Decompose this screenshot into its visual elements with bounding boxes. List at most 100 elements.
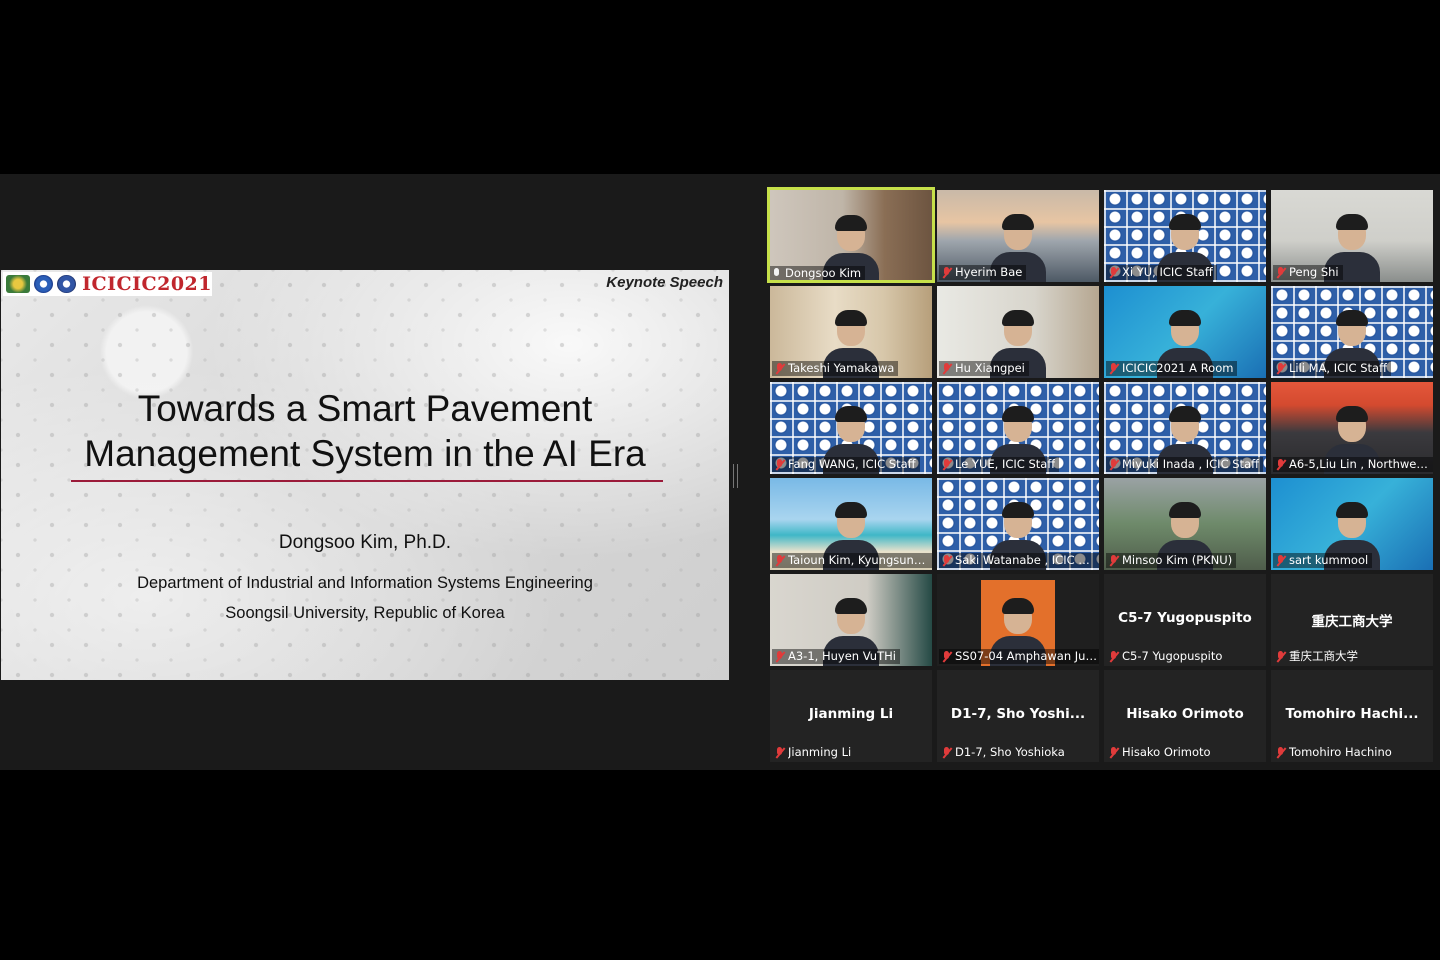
participant-display-name: D1-7, Sho Yoshi...	[950, 706, 1086, 722]
participant-tile[interactable]: Takeshi Yamakawa	[770, 286, 932, 378]
participant-name-label: sart kummool	[1273, 553, 1373, 568]
participant-tile[interactable]: Miyuki Inada , ICIC Staff	[1104, 382, 1266, 474]
mic-muted-icon	[1108, 458, 1120, 471]
participant-name: Minsoo Kim (PKNU)	[1122, 553, 1233, 567]
participant-name-label: Hu Xiangpei	[939, 361, 1029, 376]
mic-muted-icon	[774, 458, 786, 471]
mic-muted-icon	[941, 458, 953, 471]
participant-name: A6-5,Liu Lin , Northwestern Polytechnica…	[1289, 457, 1431, 471]
mic-muted-icon	[1275, 554, 1287, 567]
participant-tile[interactable]: Saki Watanabe , ICIC Staff	[937, 478, 1099, 570]
participant-name: SS07-04 Amphawan Julsereewong	[955, 649, 1097, 663]
participant-display-name: 重庆工商大学	[1311, 614, 1393, 630]
participant-name: Lili MA, ICIC Staff	[1289, 361, 1388, 375]
participant-tile[interactable]: Peng Shi	[1271, 190, 1433, 282]
mic-muted-icon	[1275, 362, 1287, 375]
slide-title-line-2: Management System in the AI Era	[84, 433, 646, 474]
participant-name: Taioun Kim, Kyungsung University	[788, 553, 930, 567]
pin-icon	[771, 267, 782, 280]
participant-name-label: Hyerim Bae	[939, 265, 1027, 280]
mic-muted-icon	[1108, 362, 1120, 375]
participant-tile[interactable]: A3-1, Huyen VuTHi	[770, 574, 932, 666]
participant-tile[interactable]: Hyerim Bae	[937, 190, 1099, 282]
institute-seal-icon	[57, 275, 77, 293]
participant-name-label: Hisako Orimoto	[1106, 745, 1215, 760]
participant-tile[interactable]: Lili MA, ICIC Staff	[1271, 286, 1433, 378]
mic-muted-icon	[1108, 266, 1120, 279]
participant-name: Hu Xiangpei	[955, 361, 1025, 375]
mic-muted-icon	[774, 746, 786, 759]
participant-tile[interactable]: D1-7, Sho Yoshi... D1-7, Sho Yoshioka	[937, 670, 1099, 762]
participant-name: Peng Shi	[1289, 265, 1339, 279]
participant-tile[interactable]: sart kummool	[1271, 478, 1433, 570]
participant-name-label: Saki Watanabe , ICIC Staff	[939, 553, 1099, 568]
mic-muted-icon	[1275, 746, 1287, 759]
participant-tile[interactable]: ICICIC2021 A Room	[1104, 286, 1266, 378]
participant-name-label: Fang WANG, ICIC Staff	[772, 457, 920, 472]
participant-name-label: Xi YU, ICIC Staff	[1106, 265, 1217, 280]
title-divider	[71, 480, 663, 482]
slide-department: Department of Industrial and Information…	[137, 574, 593, 592]
participant-name-label: Dongsoo Kim	[769, 266, 866, 281]
participant-name-label: Taioun Kim, Kyungsung University	[772, 553, 932, 568]
participant-name: C5-7 Yugopuspito	[1122, 649, 1223, 663]
participant-name: Saki Watanabe , ICIC Staff	[955, 553, 1097, 567]
participant-name-label: Minsoo Kim (PKNU)	[1106, 553, 1237, 568]
participant-name-label: C5-7 Yugopuspito	[1106, 649, 1226, 664]
mic-muted-icon	[941, 362, 953, 375]
mic-muted-icon	[1108, 746, 1120, 759]
mic-muted-icon	[774, 650, 786, 663]
participant-name: Jianming Li	[788, 745, 852, 759]
participant-name: Le YUE, ICIC Staff	[955, 457, 1056, 471]
mic-muted-icon	[1275, 458, 1287, 471]
participant-name-label: A3-1, Huyen VuTHi	[772, 649, 900, 664]
participant-name-label: SS07-04 Amphawan Julsereewong	[939, 649, 1099, 664]
participant-name: Xi YU, ICIC Staff	[1122, 265, 1213, 279]
participant-tile[interactable]: C5-7 Yugopuspito C5-7 Yugopuspito	[1104, 574, 1266, 666]
university-seal-icon	[34, 275, 54, 293]
participant-name: Tomohiro Hachino	[1289, 745, 1392, 759]
participant-name-label: Tomohiro Hachino	[1273, 745, 1396, 760]
participant-name-label: 重庆工商大学	[1273, 649, 1362, 664]
participant-tile[interactable]: Hu Xiangpei	[937, 286, 1099, 378]
mic-muted-icon	[1275, 266, 1287, 279]
participant-tile[interactable]: 重庆工商大学 重庆工商大学	[1271, 574, 1433, 666]
participant-name: Hisako Orimoto	[1122, 745, 1211, 759]
slide-title: Towards a Smart Pavement Management Syst…	[1, 386, 729, 476]
participant-display-name: Jianming Li	[808, 706, 894, 722]
participant-display-name: C5-7 Yugopuspito	[1118, 610, 1252, 626]
participant-name: A3-1, Huyen VuTHi	[788, 649, 896, 663]
participant-name: ICICIC2021 A Room	[1122, 361, 1234, 375]
view-splitter-handle[interactable]	[733, 464, 738, 488]
participant-name-label: Le YUE, ICIC Staff	[939, 457, 1060, 472]
participant-tile[interactable]: SS07-04 Amphawan Julsereewong	[937, 574, 1099, 666]
participant-name: sart kummool	[1289, 553, 1369, 567]
slide-title-line-1: Towards a Smart Pavement	[137, 388, 593, 429]
participant-name-label: D1-7, Sho Yoshioka	[939, 745, 1069, 760]
participant-tile[interactable]: Hisako Orimoto Hisako Orimoto	[1104, 670, 1266, 762]
slide-university: Soongsil University, Republic of Korea	[225, 604, 505, 622]
participant-name: 重庆工商大学	[1289, 649, 1358, 663]
participant-name-label: Takeshi Yamakawa	[772, 361, 899, 376]
mic-muted-icon	[1108, 650, 1120, 663]
participant-name-label: A6-5,Liu Lin , Northwestern Polytechnica…	[1273, 457, 1433, 472]
participant-tile[interactable]: Le YUE, ICIC Staff	[937, 382, 1099, 474]
participant-tile[interactable]: Fang WANG, ICIC Staff	[770, 382, 932, 474]
participant-tile[interactable]: Dongsoo Kim	[767, 187, 935, 283]
participant-tile[interactable]: Xi YU, ICIC Staff	[1104, 190, 1266, 282]
participant-tile[interactable]: Tomohiro Hachi... Tomohiro Hachino	[1271, 670, 1433, 762]
participant-name-label: ICICIC2021 A Room	[1106, 361, 1238, 376]
participant-name: Hyerim Bae	[955, 265, 1023, 279]
participant-display-name: Tomohiro Hachi...	[1285, 706, 1419, 722]
participant-name: Miyuki Inada , ICIC Staff	[1122, 457, 1260, 471]
participant-name-label: Miyuki Inada , ICIC Staff	[1106, 457, 1264, 472]
shared-screen-slide: ICICIC2021 Keynote Speech Towards a Smar…	[1, 270, 729, 680]
participant-tile[interactable]: Minsoo Kim (PKNU)	[1104, 478, 1266, 570]
participant-tile[interactable]: A6-5,Liu Lin , Northwestern Polytechnica…	[1271, 382, 1433, 474]
slide-header-label: Keynote Speech	[606, 274, 723, 291]
participant-tile[interactable]: Taioun Kim, Kyungsung University	[770, 478, 932, 570]
participant-tile[interactable]: Jianming Li Jianming Li	[770, 670, 932, 762]
conference-logo: ICICIC2021	[3, 272, 212, 296]
participant-name: Dongsoo Kim	[785, 266, 862, 280]
mic-muted-icon	[941, 266, 953, 279]
